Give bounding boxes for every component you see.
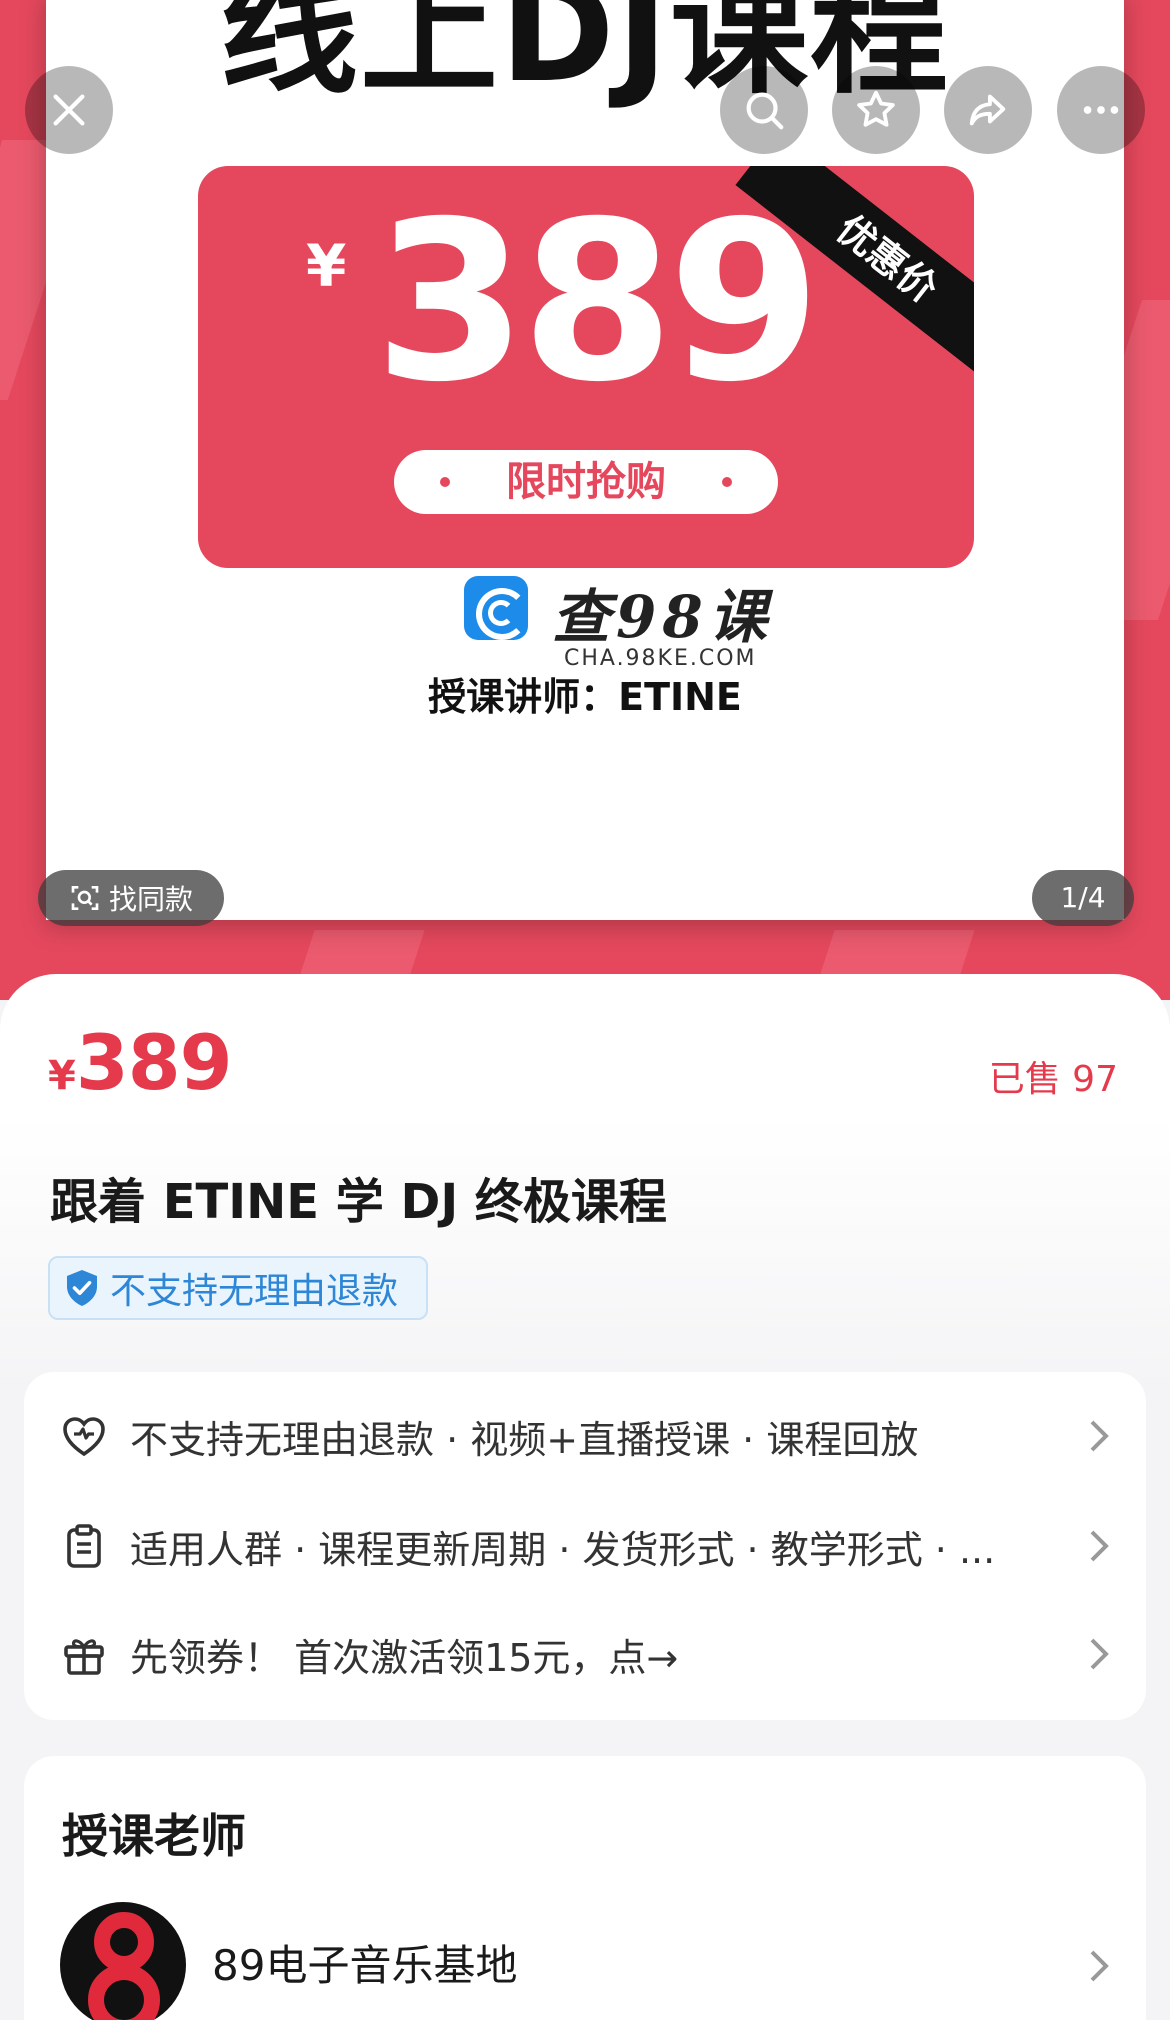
info-row-service[interactable]: 不支持无理由退款 · 视频+直播授课 · 课程回放 <box>24 1382 1146 1490</box>
teacher-card: 授课老师 89电子音乐基地 <box>24 1756 1146 2020</box>
sold-count: 已售 97 <box>988 1059 1118 1100</box>
teacher-avatar[interactable] <box>60 1902 186 2020</box>
refund-policy-label: 不支持无理由退款 <box>110 1271 399 1312</box>
price-amount: 389 <box>75 1018 233 1107</box>
product-image-carousel[interactable]: 线上DJ课程 ¥ 389 优惠价 限时抢购 查98课 CHA.98KE.COM … <box>0 0 1170 1000</box>
poster-instructor: 授课讲师：ETINE <box>428 675 742 719</box>
search-button[interactable] <box>720 66 808 154</box>
info-row-text: 适用人群 · 课程更新周期 · 发货形式 · 教学形式 · ... <box>130 1527 996 1572</box>
poster-price: 389 <box>374 174 821 430</box>
shield-check-icon <box>67 1270 97 1306</box>
close-icon <box>53 94 85 126</box>
price-currency: ¥ <box>48 1053 76 1099</box>
search-icon <box>746 92 784 130</box>
brand-logo-icon <box>464 576 528 640</box>
info-row-text: 不支持无理由退款 · 视频+直播授课 · 课程回放 <box>130 1417 919 1462</box>
image-page-counter: 1/4 <box>1032 870 1134 926</box>
heart-shield-icon <box>63 1417 105 1457</box>
pill-dot <box>722 477 732 487</box>
poster-price-box: ¥ 389 优惠价 限时抢购 <box>198 166 974 568</box>
product-title: 跟着 ETINE 学 DJ 终极课程 <box>50 1174 667 1230</box>
avatar-logo-mark <box>94 1912 154 1972</box>
favorite-button[interactable] <box>832 66 920 154</box>
brand-name: 查98课 <box>552 583 773 651</box>
service-info-card: 不支持无理由退款 · 视频+直播授课 · 课程回放 适用人群 · 课程更新周期 … <box>24 1372 1146 1720</box>
find-similar-button[interactable]: 找同款 <box>38 870 224 926</box>
info-row-text: 先领券！ 首次激活领15元，点→ <box>130 1635 679 1680</box>
clipboard-icon <box>67 1524 101 1568</box>
avatar-logo-mark <box>88 1964 160 2020</box>
poster-currency: ¥ <box>306 232 347 300</box>
pill-dot <box>440 477 450 487</box>
chevron-right-icon <box>1090 1638 1109 1670</box>
chevron-right-icon <box>1090 1530 1109 1562</box>
info-row-params[interactable]: 适用人群 · 课程更新周期 · 发货形式 · 教学形式 · ... <box>24 1492 1146 1600</box>
teacher-section-title: 授课老师 <box>62 1809 246 1863</box>
share-icon <box>969 94 1006 126</box>
find-similar-label: 找同款 <box>108 883 193 916</box>
info-row-coupon[interactable]: 先领券！ 首次激活领15元，点→ <box>24 1600 1146 1708</box>
more-button[interactable] <box>1057 66 1145 154</box>
teacher-name[interactable]: 89电子音乐基地 <box>212 1932 517 1993</box>
refund-policy-badge: 不支持无理由退款 <box>48 1256 428 1320</box>
limited-time-pill: 限时抢购 <box>394 450 778 514</box>
limited-time-label: 限时抢购 <box>506 459 666 505</box>
more-icon <box>1083 106 1119 114</box>
close-button[interactable] <box>25 66 113 154</box>
price: ¥389 <box>48 1018 232 1107</box>
product-detail-sheet: ¥389 已售 97 跟着 ETINE 学 DJ 终极课程 不支持无理由退款 不… <box>0 974 1170 2020</box>
chevron-right-icon[interactable] <box>1086 1948 1110 1984</box>
star-icon <box>857 90 895 127</box>
chevron-right-icon <box>1090 1420 1109 1452</box>
gift-icon <box>64 1639 104 1675</box>
share-button[interactable] <box>944 66 1032 154</box>
scan-search-icon <box>71 886 99 910</box>
